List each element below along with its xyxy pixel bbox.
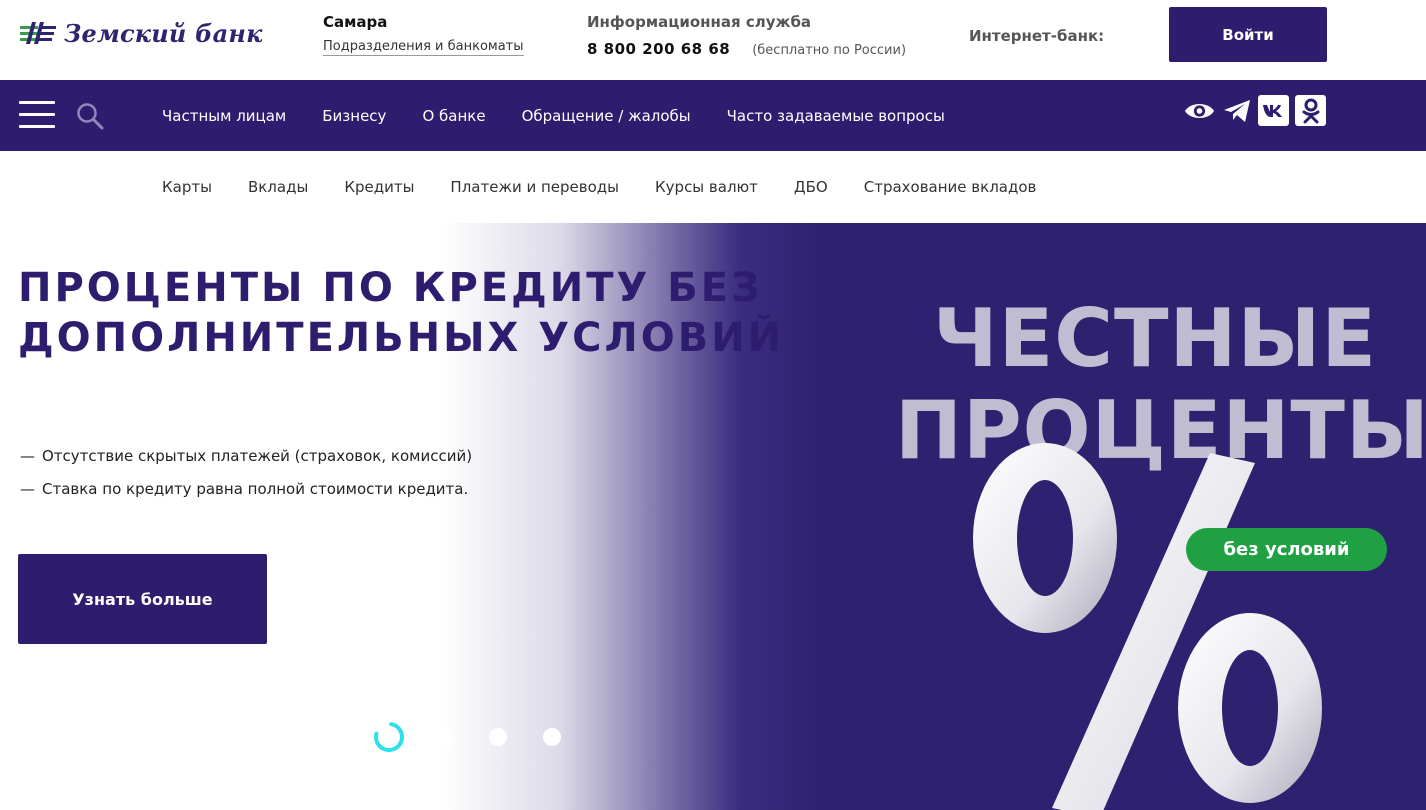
hero-bullet-text: Ставка по кредиту равна полной стоимости…: [42, 480, 469, 498]
bank-logo[interactable]: Земский банк: [18, 18, 263, 48]
info-service-title: Информационная служба: [587, 13, 812, 31]
menu-icon[interactable]: [19, 101, 55, 129]
branches-link[interactable]: Подразделения и банкоматы: [323, 39, 524, 56]
subnav-item-dbo[interactable]: ДБО: [794, 178, 828, 196]
main-nav: Частным лицам Бизнесу О банке Обращение …: [0, 80, 1426, 151]
subnav-item-insurance[interactable]: Страхование вкладов: [864, 178, 1037, 196]
telegram-icon[interactable]: [1221, 95, 1252, 126]
subnav-item-loans[interactable]: Кредиты: [344, 178, 414, 196]
percent-sign-illustration: [973, 443, 1322, 810]
phone-number[interactable]: 8 800 200 68 68: [587, 40, 730, 58]
hero-bullets: — Отсутствие скрытых платежей (страховок,…: [20, 440, 472, 506]
info-service: Информационная служба 8 800 200 68 68 (б…: [587, 13, 906, 58]
social-links: [1184, 95, 1326, 126]
login-button[interactable]: Войти: [1169, 7, 1327, 62]
bank-logo-text: Земский банк: [64, 18, 263, 48]
slide-dot[interactable]: [435, 728, 453, 746]
hero-banner: ПРОЦЕНТЫ ПО КРЕДИТУ БЕЗ ДОПОЛНИТЕЛЬНЫХ У…: [0, 223, 1426, 810]
phone-note: (бесплатно по России): [752, 43, 907, 58]
main-nav-list: Частным лицам Бизнесу О банке Обращение …: [162, 80, 945, 151]
eye-icon[interactable]: [1184, 95, 1215, 126]
slider-pagination: [330, 720, 570, 754]
hero-bullet: — Отсутствие скрытых платежей (страховок,…: [20, 440, 472, 473]
nav-item-complaints[interactable]: Обращение / жалобы: [522, 107, 691, 125]
sub-nav: Карты Вклады Кредиты Платежи и переводы …: [0, 151, 1426, 223]
slide-dot[interactable]: [543, 728, 561, 746]
nav-item-business[interactable]: Бизнесу: [322, 107, 386, 125]
promo-line-1: ЧЕСТНЫЕ: [932, 292, 1378, 385]
subnav-item-deposits[interactable]: Вклады: [248, 178, 308, 196]
nav-item-faq[interactable]: Часто задаваемые вопросы: [727, 107, 945, 125]
search-icon[interactable]: [76, 102, 104, 130]
vk-icon[interactable]: [1258, 95, 1289, 126]
slide-loader-icon[interactable]: [372, 720, 406, 754]
subnav-item-payments[interactable]: Платежи и переводы: [450, 178, 619, 196]
hero-bullet: — Ставка по кредиту равна полной стоимост…: [20, 473, 472, 506]
top-header: Земский банк Самара Подразделения и банк…: [0, 0, 1426, 80]
bank-logo-mark-icon: [20, 22, 56, 44]
odnoklassniki-icon[interactable]: [1295, 95, 1326, 126]
nav-item-about[interactable]: О банке: [422, 107, 485, 125]
hero-title: ПРОЦЕНТЫ ПО КРЕДИТУ БЕЗ ДОПОЛНИТЕЛЬНЫХ У…: [18, 265, 785, 361]
hero-bullet-text: Отсутствие скрытых платежей (страховок, …: [42, 447, 473, 465]
no-conditions-badge: без условий: [1186, 528, 1387, 571]
nav-item-private[interactable]: Частным лицам: [162, 107, 286, 125]
slide-dot[interactable]: [489, 728, 507, 746]
city-selector[interactable]: Самара: [323, 13, 524, 31]
internet-bank-label: Интернет-банк:: [969, 27, 1105, 45]
learn-more-button[interactable]: Узнать больше: [18, 554, 267, 644]
sub-nav-list: Карты Вклады Кредиты Платежи и переводы …: [162, 151, 1036, 223]
subnav-item-cards[interactable]: Карты: [162, 178, 212, 196]
subnav-item-rates[interactable]: Курсы валют: [655, 178, 758, 196]
city-block: Самара Подразделения и банкоматы: [323, 13, 524, 56]
